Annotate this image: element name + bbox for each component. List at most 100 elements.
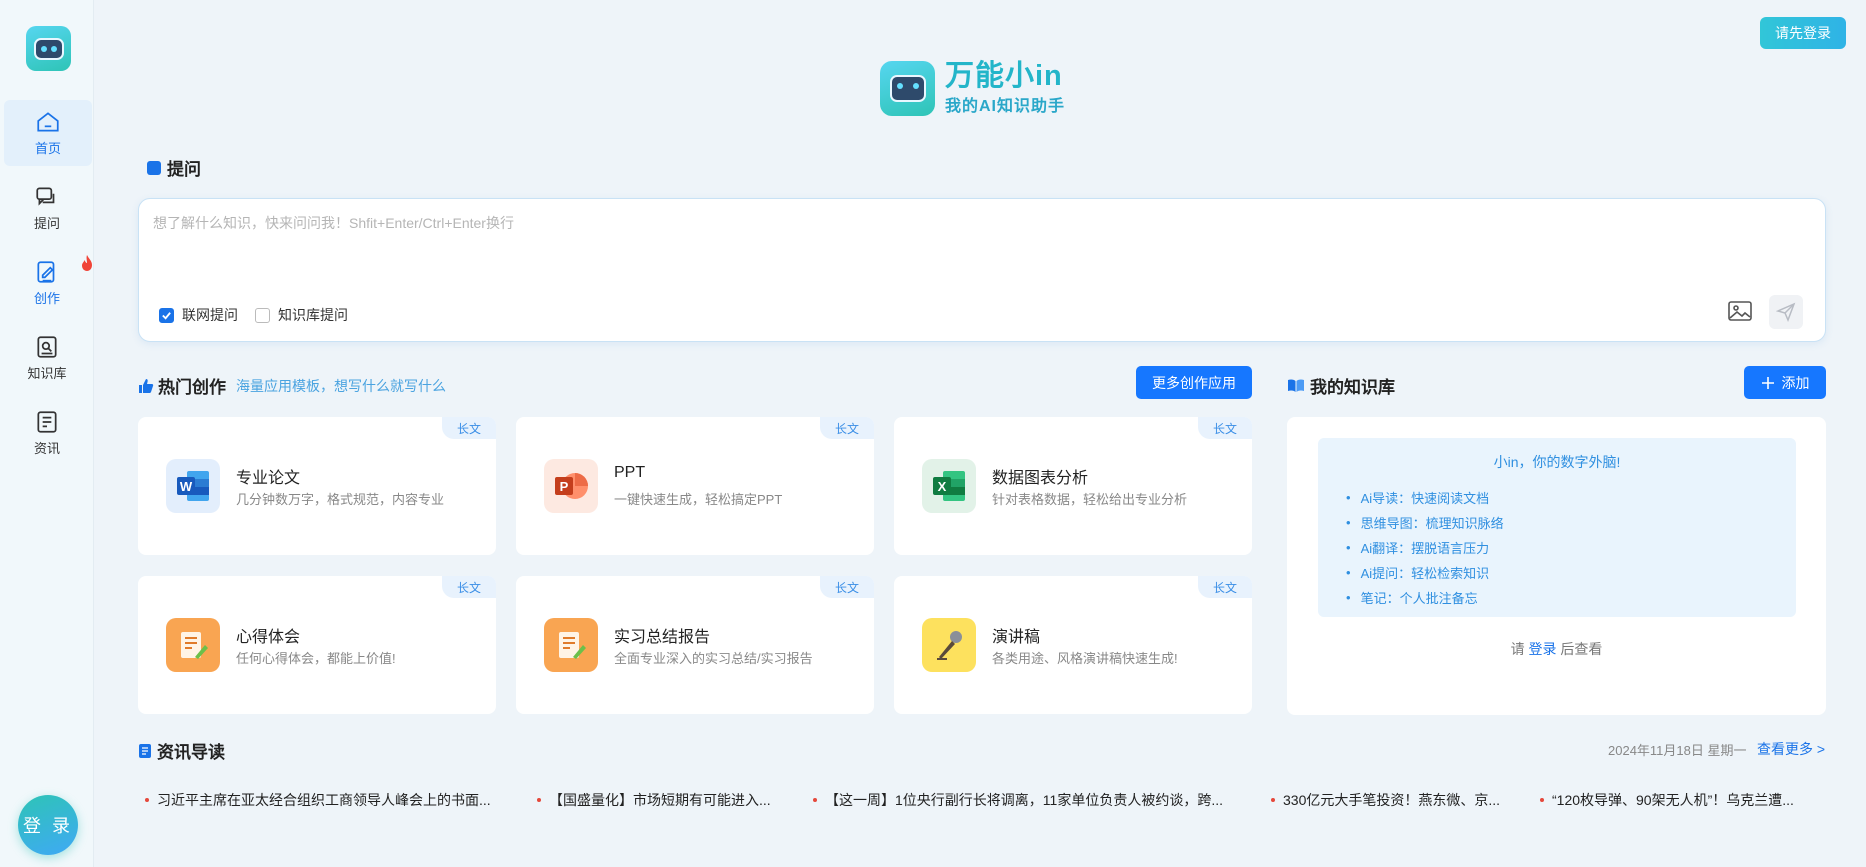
home-icon (37, 112, 59, 132)
image-upload-icon[interactable] (1727, 299, 1753, 323)
kb-feature-list: Ai导读：快速阅读文档 思维导图：梳理知识脉络 Ai翻译：摆脱语言压力 Ai提问… (1346, 485, 1504, 610)
news-item-text: 习近平主席在亚太经合组织工商领导人峰会上的书面... (157, 792, 491, 808)
kb-headline: 小in，你的数字外脑! (1493, 454, 1621, 470)
nav-knowledge[interactable]: 知识库 (0, 325, 94, 391)
news-item-text: 【国盛量化】市场短期有可能进入... (549, 792, 771, 808)
web-search-checkbox[interactable] (159, 307, 174, 323)
news-item-text: 330亿元大手笔投资！燕东微、京... (1283, 792, 1501, 808)
sidebar-login-button[interactable]: 登 录 (18, 795, 78, 855)
robot-icon (33, 37, 64, 60)
book-icon (1288, 379, 1304, 392)
svg-text:P: P (560, 479, 569, 494)
hot-section-title: 热门创作 海量应用模板，想写什么就写什么 (138, 373, 446, 398)
news-item-text: “120枚导弹、90架无人机”！乌克兰遭... (1552, 792, 1794, 808)
news-item[interactable]: 【这一周】1位央行副行长将调离，11家单位负责人被约谈，跨... (813, 790, 1223, 810)
app-logo[interactable] (26, 26, 71, 71)
card-ppt[interactable]: 长文 P PPT 一键快速生成，轻松搞定PPT (516, 417, 874, 555)
card-tag: 长文 (1198, 417, 1252, 439)
chat-icon (36, 187, 55, 206)
nav-home[interactable]: 首页 (4, 100, 92, 166)
news-item[interactable]: 330亿元大手笔投资！燕东微、京... (1271, 790, 1500, 810)
card-desc: 任何心得体会，都能上价值! (236, 651, 396, 666)
card-thesis[interactable]: 长文 W 专业论文 几分钟数万字，格式规范，内容专业 (138, 417, 496, 555)
news-bullet (1271, 798, 1275, 802)
kb-title-text: 我的知识库 (1310, 378, 1395, 397)
kb-hint-post: 后查看 (1560, 641, 1603, 657)
card-data-analysis[interactable]: 长文 X 数据图表分析 针对表格数据，轻松给出专业分析 (894, 417, 1252, 555)
knowledge-icon (37, 336, 57, 358)
notes-icon (166, 618, 220, 672)
check-icon (162, 311, 171, 320)
card-tag: 长文 (820, 417, 874, 439)
card-reflection[interactable]: 长文 心得体会 任何心得体会，都能上价值! (138, 576, 496, 714)
card-tag: 长文 (820, 576, 874, 598)
send-button[interactable] (1769, 295, 1803, 329)
web-search-label: 联网提问 (182, 307, 238, 323)
news-item[interactable]: 【国盛量化】市场短期有可能进入... (537, 790, 771, 810)
kb-panel: 小in，你的数字外脑! Ai导读：快速阅读文档 思维导图：梳理知识脉络 Ai翻译… (1287, 417, 1826, 715)
ask-box: 联网提问 知识库提问 (138, 198, 1826, 342)
card-title: 演讲稿 (992, 629, 1041, 646)
hot-title-text: 热门创作 (158, 378, 226, 397)
ask-input[interactable] (153, 215, 1553, 231)
news-title-text: 资讯导读 (157, 743, 225, 762)
nav-news-label: 资讯 (33, 441, 60, 456)
question-icon (147, 160, 161, 175)
nav-create-label: 创作 (33, 291, 60, 306)
kb-search-checkbox[interactable] (255, 307, 270, 323)
hot-subtitle: 海量应用模板，想写什么就写什么 (236, 377, 446, 394)
card-title: PPT (614, 464, 646, 481)
card-internship-report[interactable]: 长文 实习总结报告 全面专业深入的实习总结/实习报告 (516, 576, 874, 714)
brand-logo (880, 60, 935, 116)
card-desc: 各类用途、风格演讲稿快速生成! (992, 651, 1178, 666)
more-apps-button[interactable]: 更多创作应用 (1136, 366, 1252, 399)
news-doc-icon (139, 743, 151, 758)
nav-news[interactable]: 资讯 (0, 400, 94, 466)
card-title: 心得体会 (236, 629, 301, 646)
ask-section-title: 提问 (147, 155, 201, 180)
sidebar: 首页 提问 创作 知识库 资讯 登 录 (0, 0, 94, 867)
nav-ask-label: 提问 (33, 216, 60, 231)
kb-feature: Ai提问：轻松检索知识 (1346, 560, 1504, 585)
news-date: 2024年11月18日 星期一 (1608, 743, 1747, 758)
card-speech[interactable]: 长文 演讲稿 各类用途、风格演讲稿快速生成! (894, 576, 1252, 714)
news-item[interactable]: “120枚导弹、90架无人机”！乌克兰遭... (1540, 790, 1794, 810)
news-icon (37, 411, 57, 433)
nav-home-label: 首页 (34, 141, 61, 156)
ppt-icon: P (544, 459, 598, 513)
news-item-text: 【这一周】1位央行副行长将调离，11家单位负责人被约谈，跨... (825, 792, 1223, 808)
card-desc: 针对表格数据，轻松给出专业分析 (992, 492, 1188, 507)
plus-icon (1761, 376, 1774, 389)
nav-ask[interactable]: 提问 (0, 175, 94, 241)
news-bullet (1540, 798, 1544, 802)
kb-feature: 笔记：个人批注备忘 (1346, 585, 1504, 610)
svg-text:X: X (938, 479, 947, 494)
brand-header: 万能小in 我的AI知识助手 (880, 60, 1065, 116)
kb-section-title: 我的知识库 (1287, 373, 1395, 398)
news-bullet (537, 798, 541, 802)
card-title: 数据图表分析 (992, 470, 1089, 487)
card-tag: 长文 (442, 576, 496, 598)
word-icon: W (166, 459, 220, 513)
svg-text:W: W (180, 479, 193, 494)
news-more-link[interactable]: 查看更多 > (1757, 739, 1825, 759)
card-title: 专业论文 (236, 470, 301, 487)
kb-feature: Ai导读：快速阅读文档 (1346, 485, 1504, 510)
card-desc: 一键快速生成，轻松搞定PPT (614, 492, 783, 507)
news-bullet (813, 798, 817, 802)
report-icon (544, 618, 598, 672)
web-search-option[interactable]: 联网提问 (159, 305, 238, 325)
top-login-button[interactable]: 请先登录 (1760, 17, 1846, 49)
brand-title: 万能小in (945, 60, 1063, 92)
send-icon (1776, 302, 1796, 322)
kb-add-button[interactable]: 添加 (1744, 366, 1826, 399)
brand-subtitle: 我的AI知识助手 (945, 98, 1066, 115)
news-section-title: 资讯导读 (138, 738, 225, 763)
kb-search-option[interactable]: 知识库提问 (255, 305, 348, 325)
microphone-icon (922, 618, 976, 672)
nav-knowledge-label: 知识库 (27, 366, 67, 381)
kb-login-link[interactable]: 登录 (1529, 641, 1557, 657)
ask-title-text: 提问 (167, 160, 201, 179)
kb-hint-pre: 请 (1510, 641, 1525, 657)
news-item[interactable]: 习近平主席在亚太经合组织工商领导人峰会上的书面... (145, 790, 491, 810)
